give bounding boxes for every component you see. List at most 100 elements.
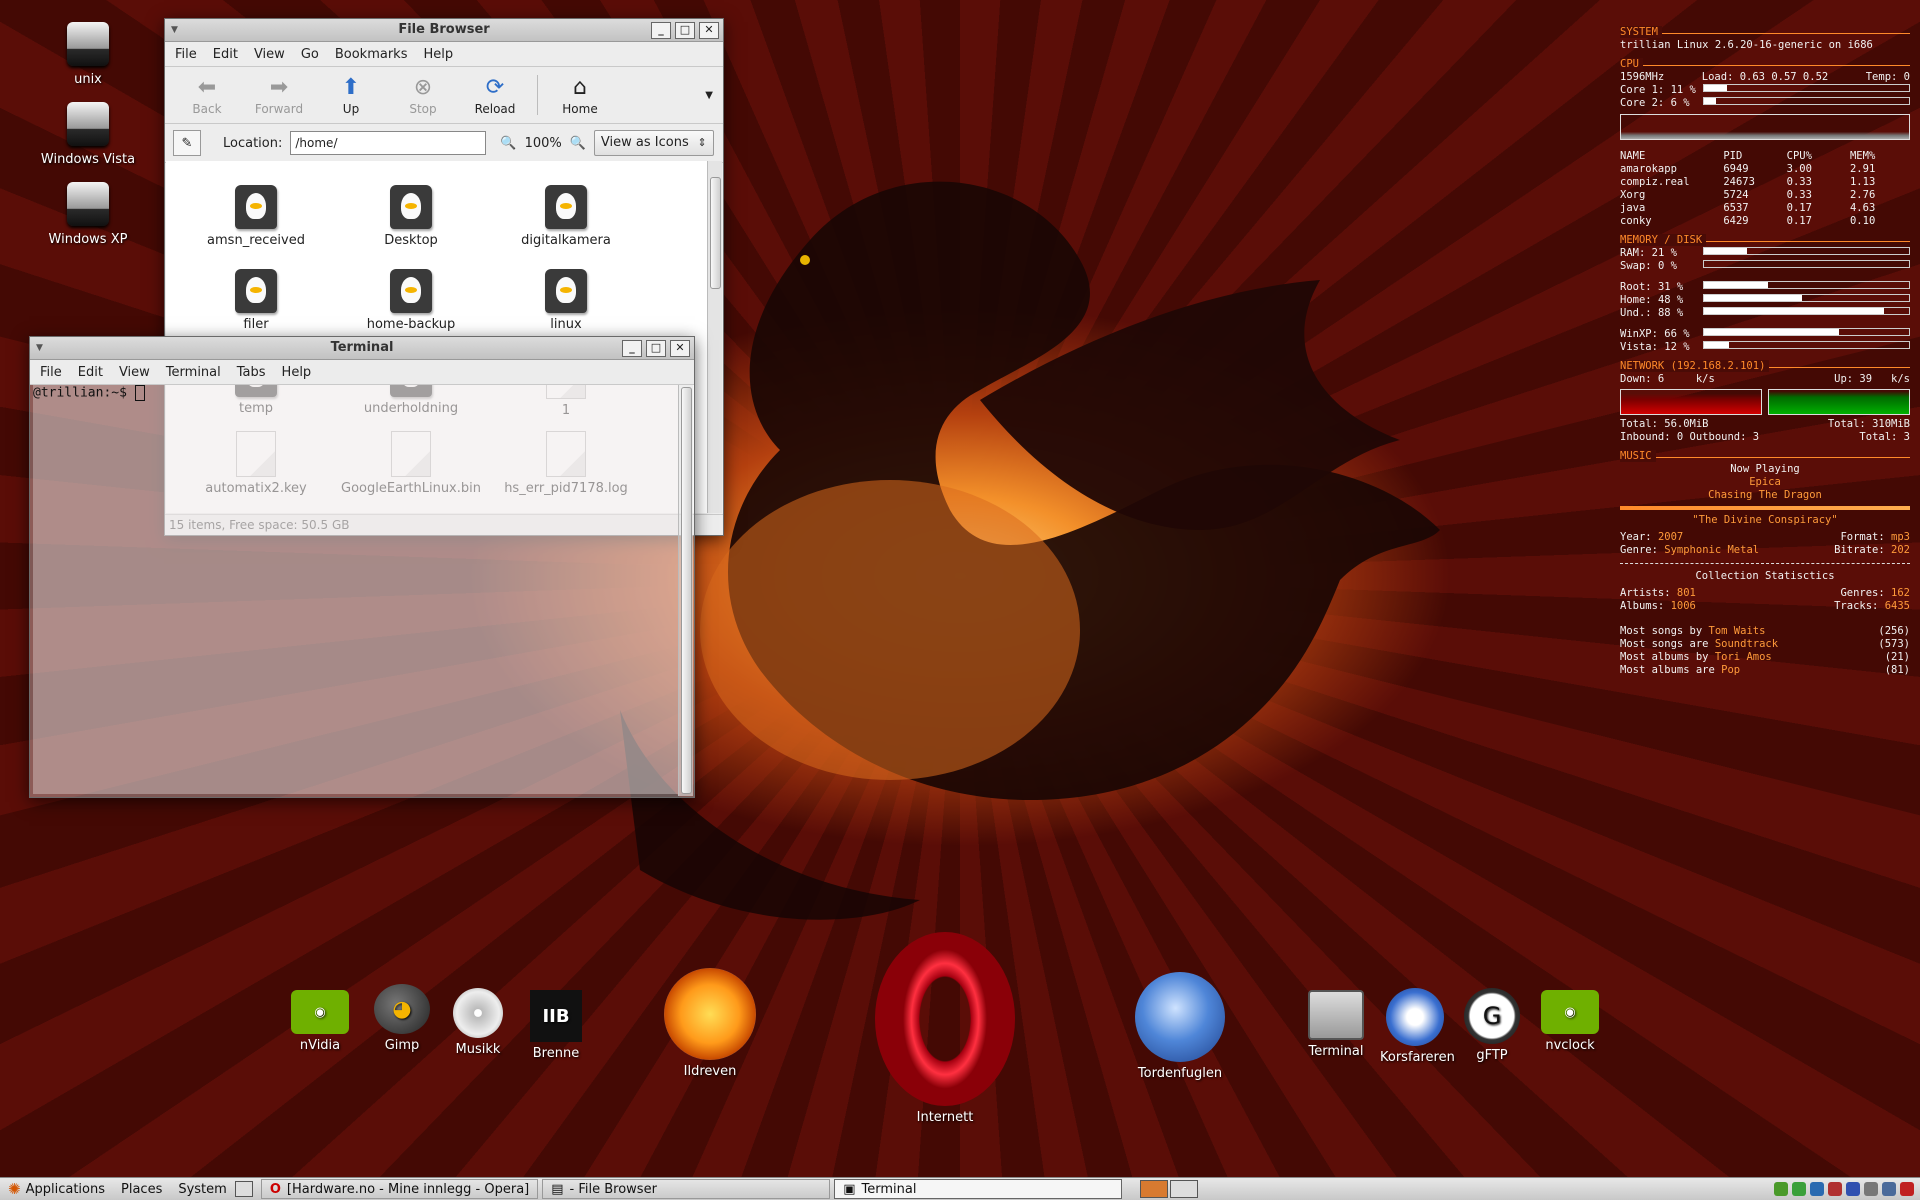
menu-terminal[interactable]: Terminal (166, 365, 221, 380)
workspace-2[interactable] (1170, 1180, 1199, 1198)
process-cell: 0.10 (1849, 215, 1876, 227)
reload-button[interactable]: ⟳ Reload (459, 74, 531, 117)
desktop-icon-unix[interactable]: unix (28, 22, 148, 87)
file-browser-titlebar[interactable]: ▼ File Browser _ □ ✕ (165, 19, 723, 42)
folder-item[interactable]: home-backup (341, 269, 481, 332)
folder-item[interactable]: Desktop (341, 185, 481, 248)
window-menu-icon[interactable]: ▼ (171, 19, 178, 41)
process-cell: 5724 (1723, 189, 1749, 201)
menu-view[interactable]: View (254, 47, 285, 62)
workspace-1[interactable] (1140, 1180, 1169, 1198)
dock-internett[interactable]: Internett (870, 932, 1020, 1125)
process-row: amarokapp 6949 3.00 2.91 (1620, 163, 1910, 176)
desktop-icon-windows-vista[interactable]: Windows Vista (28, 102, 148, 167)
messenger-icon[interactable] (1792, 1182, 1806, 1196)
back-button[interactable]: ⬅ Back (171, 74, 243, 117)
show-desktop-icon[interactable] (234, 1181, 253, 1197)
update-icon[interactable] (1828, 1182, 1842, 1196)
minimize-button[interactable]: _ (622, 340, 642, 357)
close-button[interactable]: ✕ (699, 22, 719, 39)
process-cell: 0.33 (1786, 189, 1812, 201)
menu-go[interactable]: Go (301, 47, 319, 62)
stat-label: Most albums by (1620, 651, 1709, 663)
stat-value: Tom Waits (1708, 625, 1766, 637)
usage-value: 48 % (1657, 294, 1684, 306)
folder-item[interactable]: digitalkamera (496, 185, 636, 248)
folder-item[interactable]: amsn_received (186, 185, 326, 248)
zoom-in-icon[interactable]: 🔍 (570, 136, 586, 151)
window-title: Terminal (330, 340, 394, 355)
task-terminal[interactable]: ▣ Terminal (834, 1179, 1123, 1199)
process-cell: 6537 (1723, 202, 1749, 214)
dock-korsfareren[interactable]: Korsfareren (1380, 988, 1455, 1065)
zoom-level: 100% (524, 135, 562, 151)
workspace-switcher[interactable] (1140, 1180, 1199, 1198)
scrollbar-thumb[interactable] (710, 177, 721, 289)
maximize-button[interactable]: □ (646, 340, 666, 357)
dock-tordenfuglen[interactable]: Tordenfuglen (1130, 972, 1230, 1081)
folder-item[interactable]: linux (496, 269, 636, 332)
menu-file[interactable]: File (40, 365, 62, 380)
terminal-titlebar[interactable]: ▼ Terminal _ □ ✕ (30, 337, 694, 360)
folder-icon (235, 269, 277, 313)
usage-bar (1703, 281, 1910, 289)
forward-button[interactable]: ➡ Forward (243, 74, 315, 117)
system-menu[interactable]: System (170, 1179, 234, 1199)
bluetooth-icon[interactable] (1846, 1182, 1860, 1196)
up-button[interactable]: ⬆ Up (315, 74, 387, 117)
home-button[interactable]: ⌂ Home (544, 74, 616, 117)
menu-help[interactable]: Help (282, 365, 312, 380)
stat-count: (256) (1878, 625, 1910, 637)
dock-gimp[interactable]: ◕ Gimp (372, 984, 432, 1053)
zoom-out-icon[interactable]: 🔍 (500, 136, 516, 151)
stop-button[interactable]: ⊗ Stop (387, 74, 459, 117)
power-icon[interactable] (1900, 1182, 1914, 1196)
scrollbar-thumb[interactable] (681, 387, 692, 794)
usage-row: Swap: 0 % (1620, 260, 1910, 273)
window-menu-icon[interactable]: ▼ (36, 337, 43, 359)
dock-nvidia[interactable]: ◉ nVidia (290, 990, 350, 1053)
file-view-scrollbar[interactable] (707, 161, 722, 513)
maximize-button[interactable]: □ (675, 22, 695, 39)
dock-musikk[interactable]: Musikk (448, 988, 508, 1057)
net-speed-row: Down: 6 k/s Up: 39 k/s (1620, 373, 1910, 385)
menu-bookmarks[interactable]: Bookmarks (335, 47, 408, 62)
track-name: Chasing The Dragon (1708, 489, 1822, 501)
toggle-location-icon[interactable]: ✎ (173, 130, 201, 156)
divider (1620, 563, 1910, 564)
usage-label: Swap: (1620, 260, 1652, 272)
desktop-icon-windows-xp[interactable]: Windows XP (28, 182, 148, 247)
dock-terminal[interactable]: Terminal (1305, 990, 1367, 1059)
menu-view[interactable]: View (119, 365, 150, 380)
process-row: compiz.real 24673 0.33 1.13 (1620, 176, 1910, 189)
terminal-scrollbar[interactable] (678, 385, 693, 796)
menu-edit[interactable]: Edit (213, 47, 238, 62)
menu-file[interactable]: File (175, 47, 197, 62)
view-mode-select[interactable]: View as Icons (593, 130, 714, 156)
menu-edit[interactable]: Edit (78, 365, 103, 380)
toolbar-overflow-icon[interactable]: ▼ (705, 90, 713, 101)
upload-graph (1768, 389, 1910, 415)
folder-item[interactable]: filer (186, 269, 326, 332)
display-icon[interactable] (1882, 1182, 1896, 1196)
menu-tabs[interactable]: Tabs (237, 365, 266, 380)
volume-icon[interactable] (1864, 1182, 1878, 1196)
task-opera[interactable]: O [Hardware.no - Mine innlegg - Opera] (260, 1179, 539, 1199)
collection-header: Collection Statisctics (1695, 570, 1835, 582)
task-file-browser[interactable]: ▤ - File Browser (542, 1179, 831, 1199)
close-button[interactable]: ✕ (670, 340, 690, 357)
minimize-button[interactable]: _ (651, 22, 671, 39)
dock-ildreven[interactable]: Ildreven (660, 968, 760, 1079)
location-input[interactable]: /home/ (290, 131, 487, 155)
applications-menu[interactable]: ✺ Applications (0, 1179, 113, 1199)
folder-task-icon: ▤ (551, 1181, 564, 1197)
network-icon[interactable] (1774, 1182, 1788, 1196)
menu-help[interactable]: Help (423, 47, 453, 62)
amarok-icon[interactable] (1810, 1182, 1824, 1196)
dock-gftp[interactable]: G gFTP (1462, 988, 1522, 1063)
places-menu[interactable]: Places (113, 1179, 170, 1199)
dock-brenne[interactable]: IIB Brenne (526, 990, 586, 1061)
usage-row: Root: 31 % (1620, 281, 1910, 294)
dock-nvclock[interactable]: ◉ nvclock (1538, 990, 1602, 1053)
terminal-output[interactable]: @trillian:~$ (33, 385, 678, 794)
